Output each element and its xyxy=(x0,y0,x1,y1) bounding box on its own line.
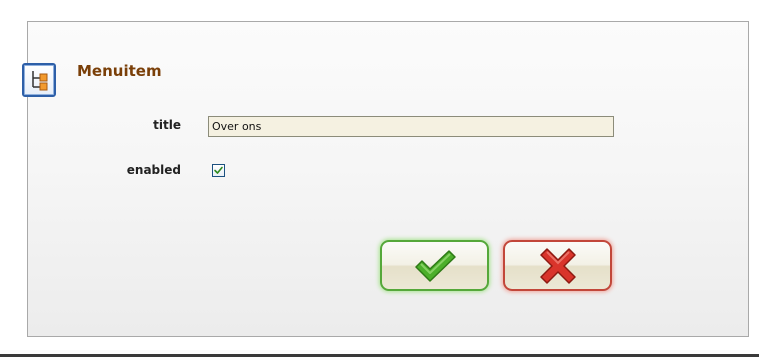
menu-tree-icon xyxy=(22,63,56,97)
enabled-checkbox[interactable] xyxy=(212,164,225,177)
ok-button[interactable] xyxy=(380,240,489,291)
title-label: title xyxy=(153,118,181,132)
checkmark-icon xyxy=(414,249,456,282)
title-input[interactable] xyxy=(208,116,614,137)
dialog-title: Menuitem xyxy=(77,62,162,80)
checkbox-checkmark-icon xyxy=(214,166,223,174)
menuitem-dialog-screen: Menuitem title enabled xyxy=(0,0,759,360)
cancel-button[interactable] xyxy=(503,240,612,291)
bottom-divider xyxy=(0,354,759,357)
cross-icon xyxy=(539,247,576,284)
enabled-label: enabled xyxy=(126,163,181,177)
